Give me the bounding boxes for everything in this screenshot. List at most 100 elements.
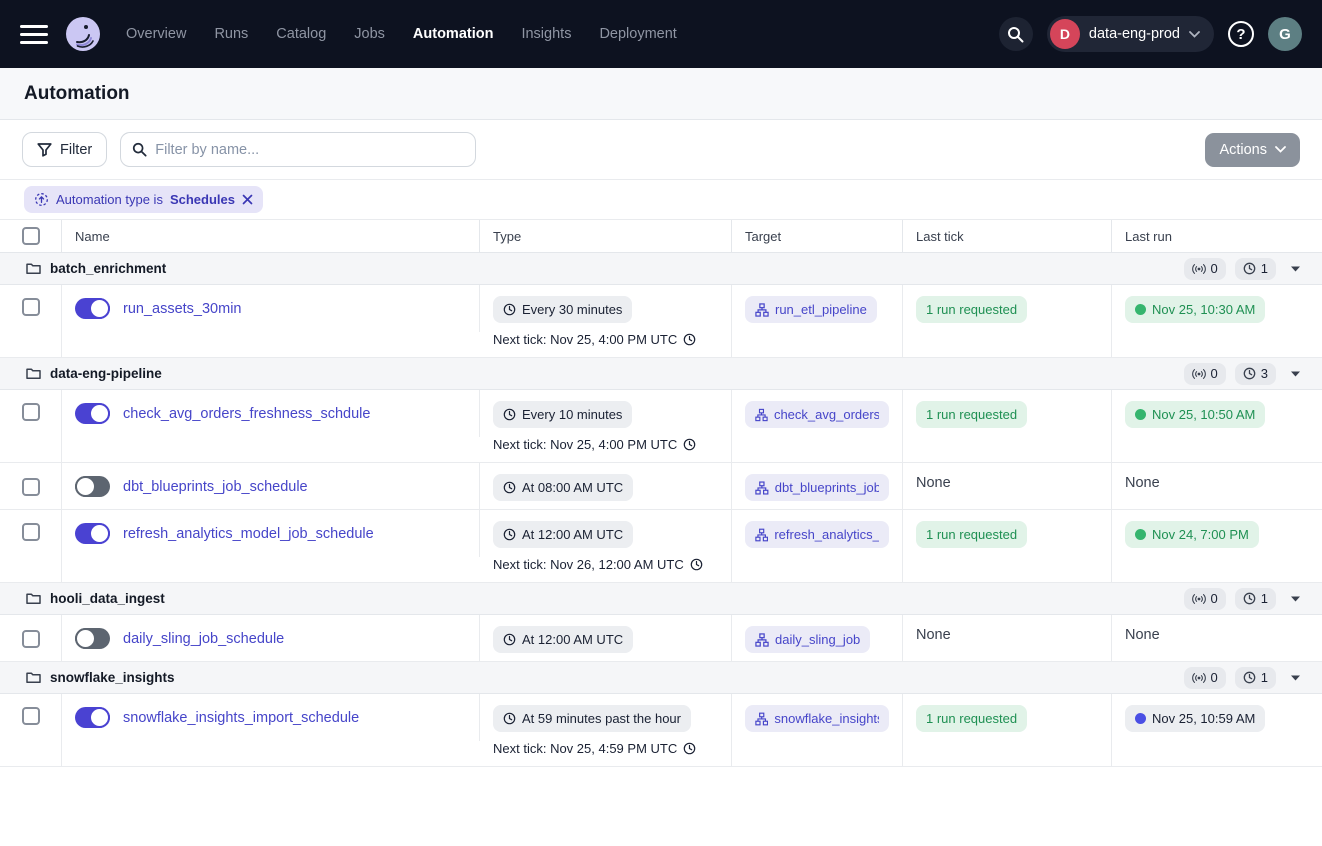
deployment-switcher[interactable]: D data-eng-prod [1047, 16, 1214, 52]
target-job-link[interactable]: daily_sling_job [745, 626, 870, 653]
row-checkbox[interactable] [22, 707, 40, 725]
search-button[interactable] [999, 17, 1033, 51]
nav-item-automation[interactable]: Automation [413, 26, 494, 42]
schedule-count-badge: 3 [1235, 363, 1276, 385]
clock-icon [1243, 671, 1256, 684]
last-run-label: Nov 25, 10:50 AM [1152, 407, 1255, 422]
sensor-count-badge: 0 [1184, 258, 1226, 280]
last-tick-cell: None [903, 615, 1112, 662]
target-cell: refresh_analytics_r [732, 510, 903, 582]
nav-item-runs[interactable]: Runs [214, 26, 248, 42]
row-checkbox[interactable] [22, 478, 40, 496]
hamburger-menu-icon[interactable] [20, 20, 48, 48]
target-cell: dbt_blueprints_job [732, 463, 903, 510]
schedule-toggle[interactable] [75, 523, 110, 544]
user-avatar[interactable]: G [1268, 17, 1302, 51]
last-run-none: None [1125, 475, 1160, 491]
target-job-link[interactable]: check_avg_orders_ [745, 401, 889, 428]
last-run-pill[interactable]: Nov 25, 10:50 AM [1125, 401, 1265, 428]
dagster-logo-icon[interactable] [62, 13, 104, 55]
schedule-name-link[interactable]: dbt_blueprints_job_schedule [123, 479, 308, 495]
group-expand-caret[interactable] [1291, 371, 1300, 377]
schedule-toggle[interactable] [75, 476, 110, 497]
schedule-name-link[interactable]: snowflake_insights_import_schedule [123, 710, 359, 726]
target-job-link[interactable]: dbt_blueprints_job [745, 474, 889, 501]
filter-button-label: Filter [60, 142, 92, 158]
caret-down-icon [1291, 675, 1300, 681]
last-tick-label: 1 run requested [926, 302, 1017, 317]
group-expand-caret[interactable] [1291, 266, 1300, 272]
group-name: batch_enrichment [50, 261, 166, 276]
nav-item-deployment[interactable]: Deployment [599, 26, 676, 42]
cron-label: At 12:00 AM UTC [522, 632, 623, 647]
last-tick-cell: 1 run requested [903, 510, 1112, 582]
job-icon [755, 481, 769, 495]
last-run-pill[interactable]: Nov 25, 10:30 AM [1125, 296, 1265, 323]
automation-type-filter-chip[interactable]: Automation type is Schedules [24, 186, 263, 213]
actions-button[interactable]: Actions [1205, 133, 1300, 167]
schedule-toggle[interactable] [75, 628, 110, 649]
filter-chip-prefix: Automation type is [56, 192, 163, 207]
close-icon[interactable] [242, 194, 253, 205]
schedule-name-link[interactable]: check_avg_orders_freshness_schdule [123, 406, 370, 422]
group-row: hooli_data_ingest 0 1 [0, 583, 1322, 615]
group-row: snowflake_insights 0 1 [0, 662, 1322, 694]
row-checkbox[interactable] [22, 403, 40, 421]
target-job-label: refresh_analytics_r [774, 527, 879, 542]
schedule-row: refresh_analytics_model_job_schedule At … [0, 510, 1322, 583]
schedule-count-badge: 1 [1235, 667, 1276, 689]
type-cell: Every 10 minutes Next tick: Nov 25, 4:00… [480, 390, 732, 462]
nav-item-overview[interactable]: Overview [126, 26, 186, 42]
name-filter-input[interactable] [155, 142, 464, 158]
schedule-name-link[interactable]: refresh_analytics_model_job_schedule [123, 526, 374, 542]
target-job-link[interactable]: refresh_analytics_r [745, 521, 889, 548]
clock-icon [1243, 592, 1256, 605]
column-header-name: Name [62, 220, 480, 252]
top-navbar: Overview Runs Catalog Jobs Automation In… [0, 0, 1322, 68]
sensor-count-badge: 0 [1184, 363, 1226, 385]
cron-pill: At 12:00 AM UTC [493, 626, 633, 653]
target-job-link[interactable]: snowflake_insights [745, 705, 889, 732]
job-icon [755, 303, 769, 317]
cron-pill: At 08:00 AM UTC [493, 474, 633, 501]
last-run-pill[interactable]: Nov 25, 10:59 AM [1125, 705, 1265, 732]
help-button[interactable]: ? [1228, 21, 1254, 47]
nav-item-catalog[interactable]: Catalog [276, 26, 326, 42]
job-icon [755, 712, 768, 726]
filter-button[interactable]: Filter [22, 132, 107, 167]
row-checkbox[interactable] [22, 630, 40, 648]
group-expand-caret[interactable] [1291, 675, 1300, 681]
schedule-toggle[interactable] [75, 403, 110, 424]
select-all-checkbox[interactable] [22, 227, 40, 245]
nav-item-insights[interactable]: Insights [521, 26, 571, 42]
target-job-label: snowflake_insights [774, 711, 879, 726]
cron-label: At 12:00 AM UTC [522, 527, 623, 542]
target-job-link[interactable]: run_etl_pipeline [745, 296, 877, 323]
schedule-row: dbt_blueprints_job_schedule At 08:00 AM … [0, 463, 1322, 510]
last-run-pill[interactable]: Nov 24, 7:00 PM [1125, 521, 1259, 548]
schedule-name-link[interactable]: daily_sling_job_schedule [123, 631, 284, 647]
toolbar: Filter Actions [0, 120, 1322, 180]
clock-icon [503, 303, 516, 316]
last-run-label: Nov 25, 10:59 AM [1152, 711, 1255, 726]
type-cell: At 12:00 AM UTC [480, 615, 732, 662]
cron-pill: At 12:00 AM UTC [493, 521, 633, 548]
next-tick: Next tick: Nov 26, 12:00 AM UTC [493, 557, 718, 572]
next-tick-label: Next tick: Nov 25, 4:59 PM UTC [493, 741, 677, 756]
schedule-name-link[interactable]: run_assets_30min [123, 301, 242, 317]
folder-icon [26, 262, 41, 275]
clock-icon [503, 633, 516, 646]
schedule-toggle[interactable] [75, 707, 110, 728]
column-header-target: Target [732, 220, 903, 252]
row-checkbox[interactable] [22, 298, 40, 316]
next-tick: Next tick: Nov 25, 4:59 PM UTC [493, 741, 718, 756]
next-tick-label: Next tick: Nov 26, 12:00 AM UTC [493, 557, 684, 572]
schedule-row: snowflake_insights_import_schedule At 59… [0, 694, 1322, 767]
schedule-toggle[interactable] [75, 298, 110, 319]
last-tick-pill: 1 run requested [916, 296, 1027, 323]
nav-item-jobs[interactable]: Jobs [354, 26, 385, 42]
caret-down-icon [1291, 596, 1300, 602]
group-expand-caret[interactable] [1291, 596, 1300, 602]
row-checkbox[interactable] [22, 523, 40, 541]
clock-icon [1243, 262, 1256, 275]
